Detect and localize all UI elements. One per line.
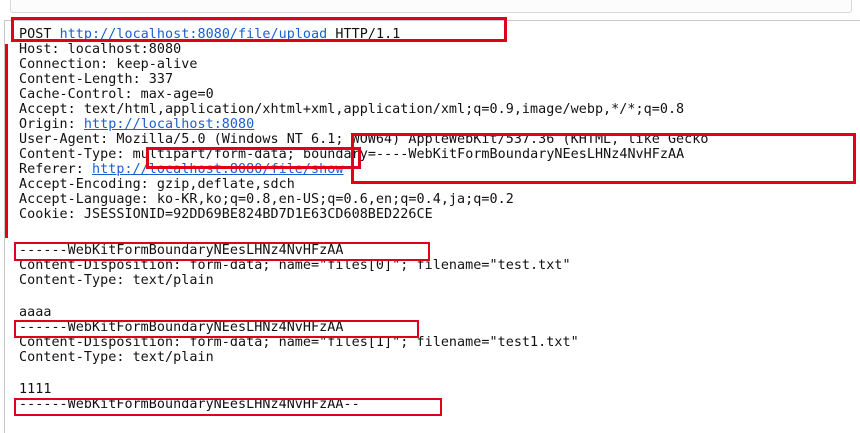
request-line: POST http://localhost:8080/file/upload H… <box>19 27 400 42</box>
part1-content-type: Content-Type: text/plain <box>19 273 214 288</box>
screenshot-viewport: POST http://localhost:8080/file/upload H… <box>0 0 860 433</box>
content-type-boundary: boundary=----WebKitFormBoundaryNEesLHNz4… <box>302 147 685 162</box>
header-accept-language: Accept-Language: ko-KR,ko;q=0.8,en-US;q=… <box>19 192 514 207</box>
part2-content: 1111 <box>19 382 52 397</box>
part2-content-type: Content-Type: text/plain <box>19 350 214 365</box>
http-request-panel: POST http://localhost:8080/file/upload H… <box>4 20 860 433</box>
content-type-value: multipart/form-data; <box>132 147 295 162</box>
header-cache-control: Cache-Control: max-age=0 <box>19 87 214 102</box>
highlight-headers-bar <box>5 44 8 238</box>
header-origin-label: Origin: <box>19 117 84 132</box>
request-method: POST <box>19 27 52 42</box>
header-content-type: Content-Type: multipart/form-data; bound… <box>19 147 684 162</box>
header-origin: Origin: http://localhost:8080 <box>19 117 254 132</box>
header-accept: Accept: text/html,application/xhtml+xml,… <box>19 102 685 117</box>
toolbar-box <box>10 0 852 13</box>
request-version: HTTP/1.1 <box>335 27 401 42</box>
referer-url-link[interactable]: http://localhost:8080/file/show <box>92 162 343 177</box>
body-boundary-1: ------WebKitFormBoundaryNEesLHNz4NvHFzAA <box>19 243 344 258</box>
part2-disposition: Content-Disposition: form-data; name="fi… <box>19 335 579 350</box>
part1-content: aaaa <box>19 305 52 320</box>
content-type-label: Content-Type: <box>19 147 125 162</box>
header-connection: Connection: keep-alive <box>19 57 198 72</box>
header-host: Host: localhost:8080 <box>19 42 182 57</box>
header-referer-label: Referer: <box>19 162 93 177</box>
part1-disposition: Content-Disposition: form-data; name="fi… <box>19 258 571 273</box>
header-referer: Referer: http://localhost:8080/file/show <box>19 162 343 177</box>
origin-url-link[interactable]: http://localhost:8080 <box>84 117 254 132</box>
request-url-link[interactable]: http://localhost:8080/file/upload <box>60 27 328 42</box>
header-accept-encoding: Accept-Encoding: gzip,deflate,sdch <box>19 177 295 192</box>
header-content-length: Content-Length: 337 <box>19 72 174 87</box>
body-boundary-2: ------WebKitFormBoundaryNEesLHNz4NvHFzAA <box>19 320 344 335</box>
body-boundary-end: ------WebKitFormBoundaryNEesLHNz4NvHFzAA… <box>19 397 360 412</box>
header-user-agent: User-Agent: Mozilla/5.0 (Windows NT 6.1;… <box>19 132 709 147</box>
header-cookie: Cookie: JSESSIONID=92DD69BE824BD7D1E63CD… <box>19 207 433 222</box>
top-toolbar-strip <box>0 0 860 20</box>
